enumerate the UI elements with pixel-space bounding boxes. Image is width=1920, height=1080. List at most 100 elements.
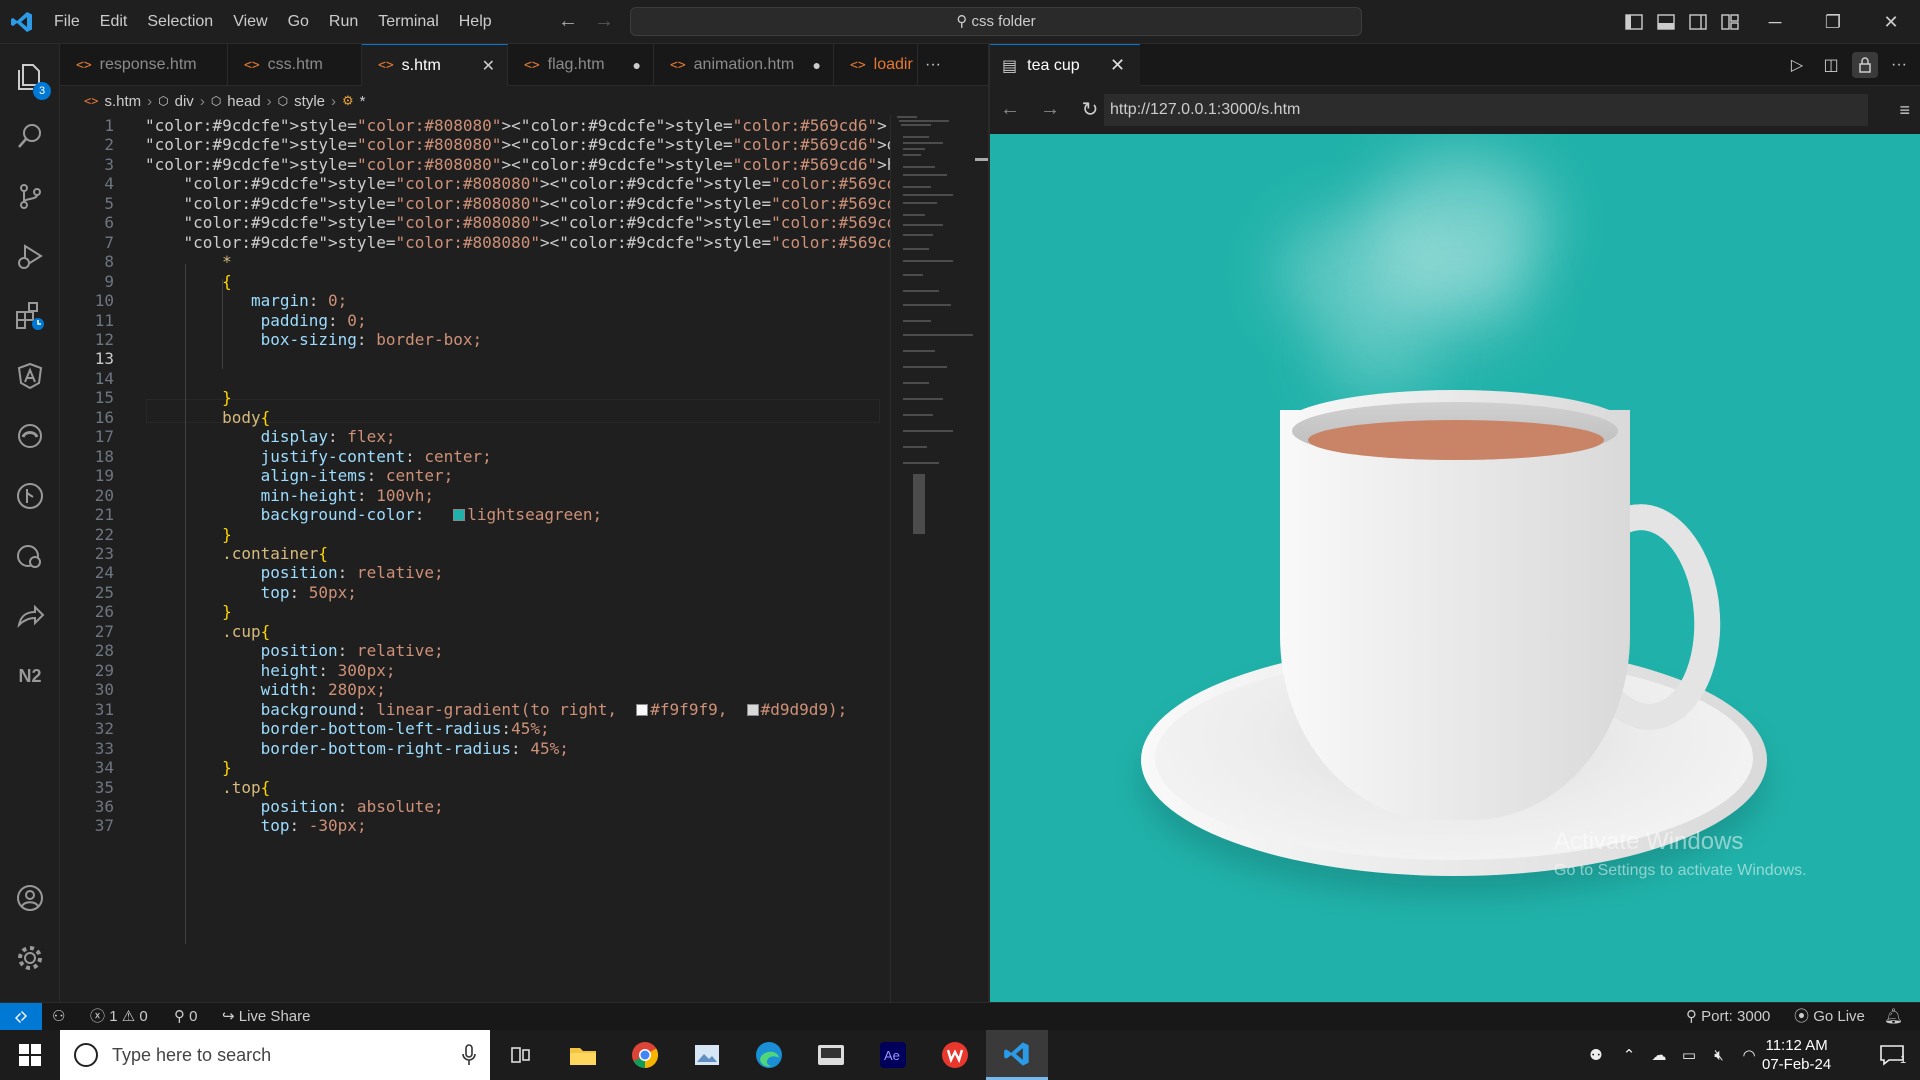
tab-s-htm[interactable]: <> s.htm ✕ [362, 44, 508, 86]
system-clock[interactable]: 11:12 AM 07-Feb-24 [1762, 1036, 1831, 1074]
microphone-icon[interactable] [462, 1044, 476, 1066]
back-arrow-icon[interactable]: ← [558, 10, 578, 33]
customize-layout-icon[interactable] [1714, 0, 1746, 44]
tab-label: loadir [873, 56, 913, 73]
chrome-icon[interactable] [614, 1030, 676, 1080]
windows-start-icon[interactable] [0, 1030, 60, 1080]
run-icon[interactable]: ▷ [1784, 52, 1810, 78]
taskbar-search-box[interactable]: Type here to search [60, 1030, 490, 1080]
forward-arrow-icon[interactable]: → [594, 10, 614, 33]
edge-devtools-icon[interactable] [0, 408, 60, 464]
menu-help[interactable]: Help [449, 0, 502, 44]
battery-icon[interactable]: ▭ [1674, 1046, 1704, 1064]
browser-back-icon[interactable]: ← [990, 98, 1030, 121]
breadcrumb-item[interactable]: s.htm [104, 93, 141, 110]
git-graph-icon[interactable] [0, 468, 60, 524]
menu-view[interactable]: View [223, 0, 277, 44]
minimap[interactable] [890, 114, 984, 1002]
lock-group-icon[interactable] [1852, 52, 1878, 78]
menu-go[interactable]: Go [278, 0, 319, 44]
breadcrumb-item[interactable]: style [294, 93, 325, 110]
after-effects-icon[interactable]: Ae [862, 1030, 924, 1080]
obs-app-icon[interactable] [800, 1030, 862, 1080]
browser-forward-icon[interactable]: → [1030, 98, 1070, 121]
page-preview[interactable]: Activate Windows Go to Settings to activ… [990, 134, 1920, 1002]
explorer-icon[interactable]: 3 [0, 48, 60, 104]
unsaved-dot-icon[interactable]: ● [797, 57, 821, 73]
restore-icon[interactable]: ❐ [1804, 0, 1862, 44]
warning-icon: ⚠ [121, 1008, 136, 1025]
people-icon[interactable]: ⚉ [1578, 1046, 1614, 1064]
problems-status[interactable]: ⓧ 1 ⚠ 0 [90, 1003, 148, 1030]
angular-icon[interactable] [0, 348, 60, 404]
tab-css-htm[interactable]: <> css.htm [228, 44, 362, 86]
toggle-panel-icon[interactable] [1650, 0, 1682, 44]
tab-tea-cup[interactable]: ▤ tea cup ✕ [990, 44, 1140, 86]
menu-run[interactable]: Run [319, 0, 368, 44]
source-control-icon[interactable] [0, 168, 60, 224]
breadcrumb-item[interactable]: div [175, 93, 194, 110]
file-explorer-icon[interactable] [552, 1030, 614, 1080]
menu-selection[interactable]: Selection [137, 0, 223, 44]
ports-status[interactable]: ⚲ 0 [174, 1003, 198, 1030]
photos-app-icon[interactable] [676, 1030, 738, 1080]
live-share-status[interactable]: ↪ Live Share [222, 1003, 310, 1030]
html-file-icon: <> [76, 57, 92, 73]
extensions-icon[interactable] [0, 288, 60, 344]
cube-icon: ⬡ [158, 94, 169, 108]
tab-response-htm[interactable]: <> response.htm [60, 44, 228, 86]
browser-menu-icon[interactable]: ≡ [1899, 100, 1910, 121]
live-share-icon[interactable] [0, 588, 60, 644]
accounts-icon[interactable] [0, 870, 60, 926]
onedrive-cloud-icon[interactable]: ☁ [1644, 1046, 1674, 1064]
volume-muted-icon[interactable]: 🔇︎ [1704, 1047, 1734, 1064]
run-debug-icon[interactable] [0, 228, 60, 284]
chevron-up-icon[interactable]: ⌃ [1614, 1046, 1644, 1064]
notifications-bell-icon[interactable]: 🔔︎ [1884, 1003, 1903, 1030]
breadcrumb-item[interactable]: head [227, 93, 260, 110]
menu-file[interactable]: File [44, 0, 90, 44]
close-window-icon[interactable]: ✕ [1862, 0, 1920, 44]
tab-animation-htm[interactable]: <> animation.htm ● [654, 44, 834, 86]
url-input[interactable]: http://127.0.0.1:3000/s.htm [1104, 94, 1868, 126]
error-count: 1 [109, 1008, 118, 1025]
antenna-icon: ⚲ [174, 1008, 185, 1025]
tab-loadir[interactable]: <> loadir [834, 44, 918, 86]
live-share-icon: ↪ [222, 1008, 235, 1025]
command-center-search[interactable]: ⚲ css folder [630, 7, 1362, 36]
unsaved-dot-icon[interactable]: ● [617, 57, 641, 73]
menu-edit[interactable]: Edit [90, 0, 138, 44]
split-editor-icon[interactable]: ◫ [1818, 52, 1844, 78]
notification-center-icon[interactable]: 1 [1864, 1030, 1920, 1080]
editor-scrollbar[interactable] [975, 158, 989, 161]
wps-office-icon[interactable] [924, 1030, 986, 1080]
code-editor[interactable]: 1 "color:#9cdcfe">style="color:#808080"><… [60, 114, 890, 1002]
testing-icon[interactable] [0, 528, 60, 584]
code-line[interactable]: 37 top: -30px; [60, 814, 890, 838]
toggle-secondary-sidebar-icon[interactable] [1682, 0, 1714, 44]
settings-gear-icon[interactable] [0, 930, 60, 986]
breadcrumb-item[interactable]: * [360, 93, 366, 110]
remote-indicator-icon[interactable] [0, 1003, 42, 1030]
tab-flag-htm[interactable]: <> flag.htm ● [508, 44, 654, 86]
toggle-primary-sidebar-icon[interactable] [1618, 0, 1650, 44]
menu-terminal[interactable]: Terminal [368, 0, 448, 44]
live-share-label: Live Share [238, 1008, 311, 1025]
more-actions-icon[interactable]: ··· [918, 44, 948, 85]
edge-browser-icon[interactable] [738, 1030, 800, 1080]
task-view-icon[interactable] [490, 1030, 552, 1080]
extension-status-icon[interactable]: ⚇ [52, 1003, 65, 1030]
wifi-icon[interactable]: ◠ [1734, 1046, 1764, 1064]
editor-actions: ▷ ◫ ··· [1784, 52, 1912, 78]
search-view-icon[interactable] [0, 108, 60, 164]
tab-label: flag.htm [547, 56, 605, 73]
minimize-icon[interactable]: ─ [1746, 0, 1804, 44]
go-live-button[interactable]: ⦿ Go Live [1794, 1003, 1865, 1030]
n2-extension-icon[interactable]: N2 [0, 648, 60, 704]
vscode-taskbar-icon[interactable] [986, 1030, 1048, 1080]
more-actions-icon[interactable]: ··· [1886, 52, 1912, 78]
port-status[interactable]: ⚲ Port: 3000 [1686, 1003, 1770, 1030]
clock-time: 11:12 AM [1765, 1037, 1828, 1054]
close-tab-icon[interactable]: ✕ [1110, 55, 1125, 76]
close-tab-icon[interactable]: ✕ [466, 56, 495, 76]
